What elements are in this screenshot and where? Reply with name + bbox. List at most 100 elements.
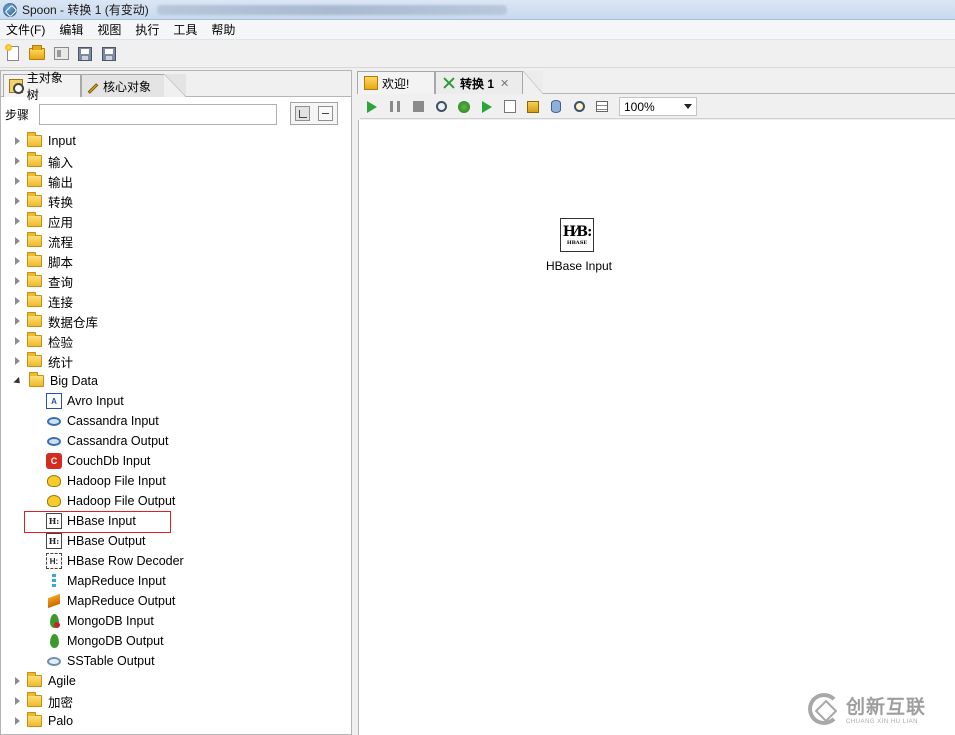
tree-folder[interactable]: Input [1, 131, 76, 151]
hbase-node-icon-bottom: HBASE [566, 239, 588, 246]
tree-folder[interactable]: 数据仓库 [1, 311, 98, 331]
tree-step-item[interactable]: A Avro Input [1, 391, 124, 411]
tree-folder[interactable]: 检验 [1, 331, 73, 351]
editor-tabs: 欢迎! 转换 1 ✕ [357, 70, 955, 94]
tree-step-item[interactable]: Cassandra Input [1, 411, 159, 431]
menu-file[interactable]: 文件(F) [6, 21, 45, 38]
menu-view[interactable]: 视图 [97, 21, 121, 38]
tab-welcome[interactable]: 欢迎! [357, 71, 435, 94]
tree-step-label: MapReduce Output [67, 594, 176, 608]
pencil-icon [87, 82, 99, 94]
collapsed-arrow-icon[interactable] [15, 257, 20, 265]
tree-folder[interactable]: 加密 [1, 691, 73, 711]
explore-icon [53, 47, 69, 60]
tree-step-item[interactable]: Hadoop File Input [1, 471, 166, 491]
tree-folder[interactable]: 输出 [1, 171, 73, 191]
collapsed-arrow-icon[interactable] [15, 297, 20, 305]
collapsed-arrow-icon[interactable] [15, 237, 20, 245]
impact-button[interactable] [525, 99, 541, 115]
collapsed-arrow-icon[interactable] [15, 197, 20, 205]
tree-step-item[interactable]: Hadoop File Output [1, 491, 175, 511]
tree-folder[interactable]: 统计 [1, 351, 73, 371]
tab-transformation-label: 转换 1 [460, 76, 495, 91]
tab-core-objects[interactable]: 核心对象 [81, 74, 165, 97]
tree-folder[interactable]: 输入 [1, 151, 73, 171]
tree-folder[interactable]: 转换 [1, 191, 73, 211]
tab-main-tree[interactable]: 主对象树 [3, 71, 81, 102]
expanded-arrow-icon[interactable] [13, 376, 23, 386]
close-tab-icon[interactable]: ✕ [500, 77, 509, 90]
collapsed-arrow-icon[interactable] [15, 677, 20, 685]
collapse-all-button[interactable] [318, 106, 333, 121]
expand-all-button[interactable] [295, 106, 310, 121]
debug-icon [458, 100, 470, 113]
tree-folder[interactable]: 连接 [1, 291, 73, 311]
hbase-node-icon-top: H⁄B: [562, 223, 593, 240]
tree-step-item[interactable]: MapReduce Input [1, 571, 166, 591]
tree-step-item[interactable]: H: HBase Output [1, 531, 146, 551]
menu-run[interactable]: 执行 [135, 21, 159, 38]
new-file-button[interactable] [4, 44, 22, 63]
mapreduce-icon [46, 593, 62, 609]
tree-step-item[interactable]: MongoDB Output [1, 631, 164, 651]
sstable-icon [46, 653, 62, 669]
tree-folder-label: 流程 [48, 235, 74, 250]
spoon-app-icon[interactable] [3, 2, 17, 17]
steps-label: 步骤 [5, 107, 30, 122]
avro-icon: A [46, 393, 62, 409]
collapsed-arrow-icon[interactable] [15, 137, 20, 145]
tree-step-item[interactable]: MongoDB Input [1, 611, 154, 631]
tree-folder-label: 输入 [48, 155, 74, 170]
menu-help[interactable]: 帮助 [211, 21, 235, 38]
collapsed-arrow-icon[interactable] [15, 277, 20, 285]
tree-folder[interactable]: 应用 [1, 211, 73, 231]
menu-edit[interactable]: 编辑 [59, 21, 83, 38]
preview-button[interactable] [433, 99, 449, 115]
collapsed-arrow-icon[interactable] [15, 177, 20, 185]
tab-transformation[interactable]: 转换 1 ✕ [435, 71, 523, 94]
stop-button[interactable] [410, 99, 426, 115]
save-button[interactable] [76, 45, 94, 63]
tree-step-item[interactable]: C CouchDb Input [1, 451, 150, 471]
explore-db-button[interactable] [571, 99, 587, 115]
zoom-select[interactable]: 100% [619, 97, 697, 116]
collapsed-arrow-icon[interactable] [15, 217, 20, 225]
hbase-input-step[interactable]: H⁄B: HBASE [560, 218, 594, 252]
show-grid-button[interactable] [594, 99, 610, 115]
collapsed-arrow-icon[interactable] [15, 317, 20, 325]
collapsed-arrow-icon[interactable] [15, 697, 20, 705]
steps-search-input[interactable] [39, 103, 277, 125]
tree-folder[interactable]: Palo [1, 711, 73, 731]
tree-folder[interactable]: 查询 [1, 271, 73, 291]
tree-folder[interactable]: Big Data [1, 371, 98, 391]
sql-button[interactable] [548, 99, 564, 115]
save-as-icon [102, 46, 116, 61]
tree-step-item[interactable]: MapReduce Output [1, 591, 175, 611]
tree-step-item[interactable]: H: HBase Row Decoder [1, 551, 184, 571]
transformation-canvas[interactable]: H⁄B: HBASE HBase Input [358, 120, 955, 735]
open-file-button[interactable] [28, 44, 46, 63]
pause-button[interactable] [387, 99, 403, 115]
collapsed-arrow-icon[interactable] [15, 717, 20, 725]
tree-folder[interactable]: Agile [1, 671, 76, 691]
tab-welcome-label: 欢迎! [382, 76, 410, 91]
mongodb-icon [46, 613, 62, 629]
run-button[interactable] [364, 99, 380, 115]
save-as-button[interactable] [100, 45, 118, 63]
collapsed-arrow-icon[interactable] [15, 357, 20, 365]
collapsed-arrow-icon[interactable] [15, 337, 20, 345]
verify-button[interactable] [502, 99, 518, 115]
debug-button[interactable] [456, 99, 472, 115]
tree-step-item[interactable]: Cassandra Output [1, 431, 168, 451]
replay-button[interactable] [479, 99, 495, 115]
collapsed-arrow-icon[interactable] [15, 157, 20, 165]
tree-folder[interactable]: 脚本 [1, 251, 73, 271]
tree-folder[interactable]: 流程 [1, 231, 73, 251]
tree-step-label: MongoDB Input [67, 614, 154, 628]
tree-step-item[interactable]: SSTable Output [1, 651, 155, 671]
tree-step-label: Avro Input [67, 394, 124, 408]
explore-repository-button[interactable] [52, 45, 70, 63]
tree-folder-label: Big Data [50, 374, 98, 388]
menu-tools[interactable]: 工具 [173, 21, 197, 38]
hbase-icon: H: [46, 533, 62, 549]
